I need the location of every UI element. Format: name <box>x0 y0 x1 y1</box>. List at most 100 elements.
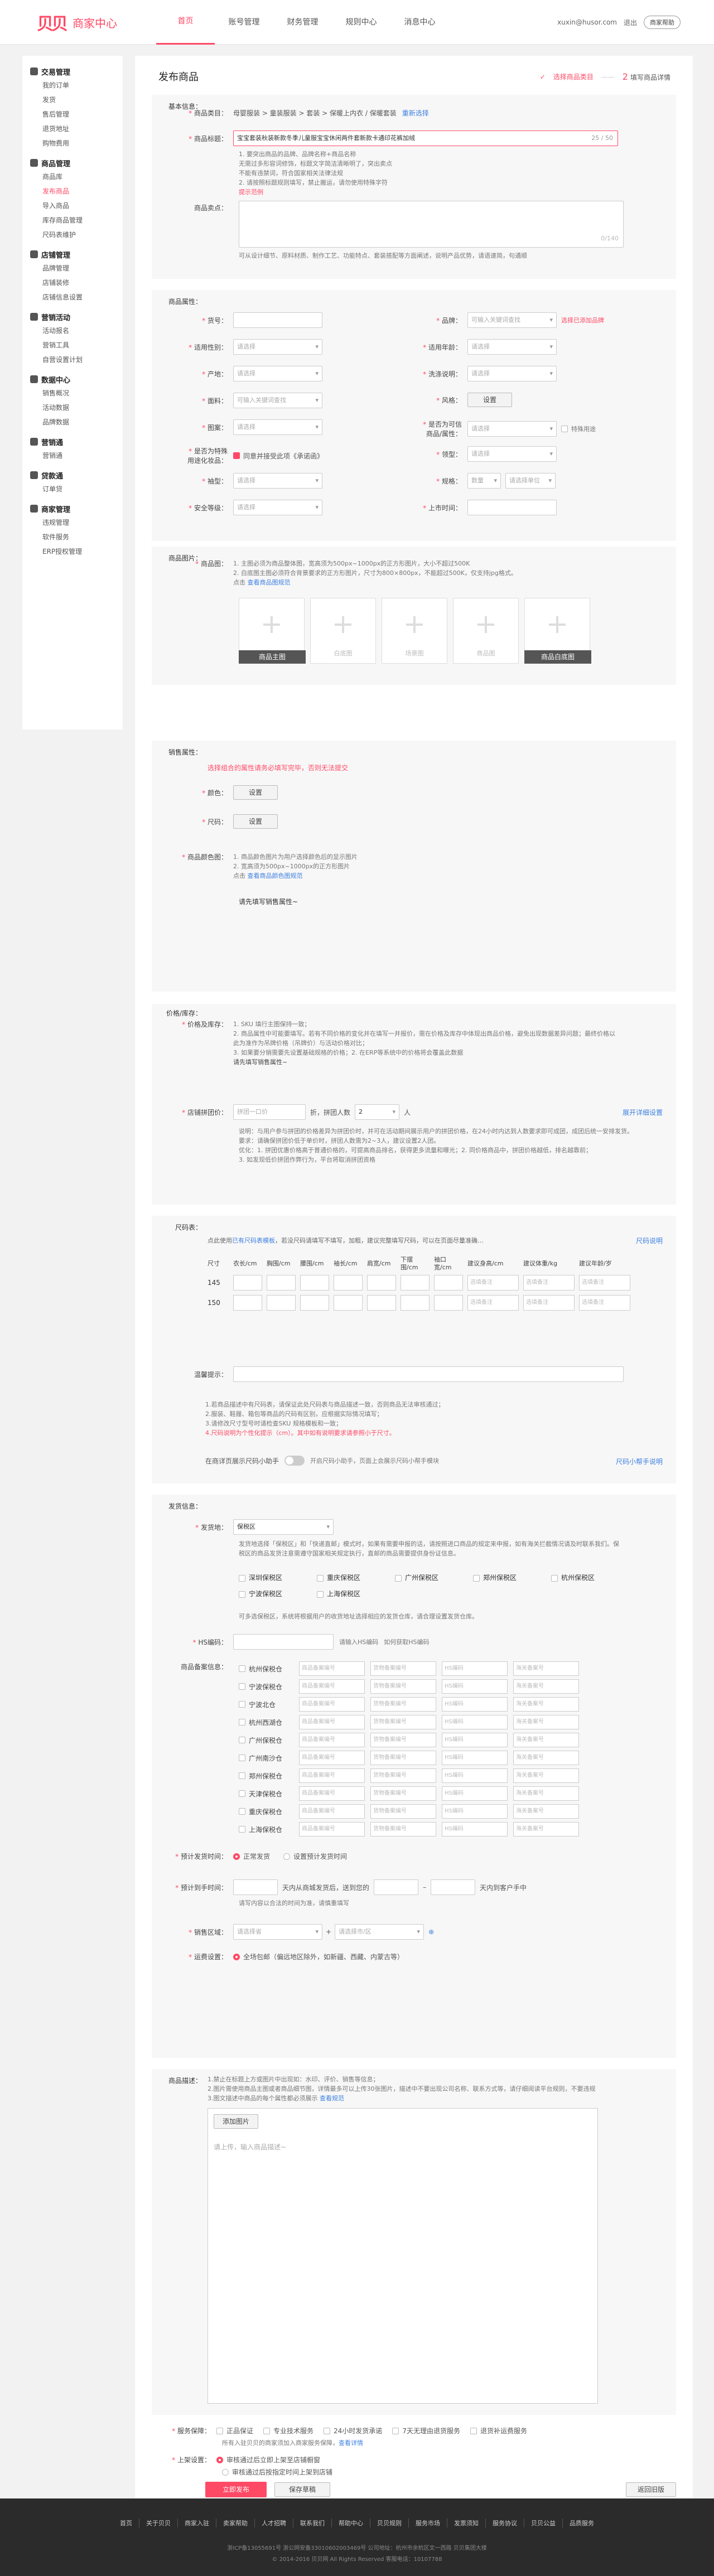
desc-editor[interactable]: 添加图片 请上传，输入商品描述~ <box>208 2108 598 2404</box>
warehouse-field[interactable]: 商品备案编号 <box>299 1751 365 1765</box>
footer-link[interactable]: 贝贝规则 <box>370 2519 408 2527</box>
sidebar-item-publish[interactable]: 发布商品 <box>22 184 123 199</box>
sidebar-item-violations[interactable]: 违规管理 <box>22 515 123 530</box>
warehouse-field[interactable]: 商品备案编号 <box>299 1768 365 1783</box>
attribute-input[interactable]: 请选择 <box>233 500 322 515</box>
size-cell[interactable] <box>367 1295 396 1311</box>
save-draft-button[interactable]: 保存草稿 <box>274 2482 330 2497</box>
zone-option[interactable]: 郑州保税区 <box>473 1573 551 1582</box>
warehouse-field[interactable]: 海关备案号 <box>513 1661 579 1676</box>
size-cell[interactable] <box>267 1275 296 1291</box>
zone-option[interactable]: 广州保税区 <box>395 1573 473 1582</box>
upload-image-3[interactable]: + 场景图 <box>382 598 447 664</box>
sidebar-item-return-address[interactable]: 退货地址 <box>22 122 123 136</box>
attribute-input[interactable]: 可输入关键词查找 <box>233 393 322 408</box>
warehouse-field[interactable]: HS编码 <box>442 1661 508 1676</box>
sidebar-item-loan[interactable]: 订单贷 <box>22 482 123 496</box>
size-cell[interactable] <box>434 1295 463 1311</box>
warehouse-field[interactable]: HS编码 <box>442 1768 508 1783</box>
warehouse-field[interactable]: 海关备案号 <box>513 1768 579 1783</box>
warehouse-field[interactable]: HS编码 <box>442 1733 508 1747</box>
shelf-time-radio[interactable] <box>222 2468 229 2476</box>
zone-option[interactable]: 宁波保税区 <box>239 1589 317 1598</box>
warehouse-field[interactable]: 货物备案编号 <box>370 1768 436 1783</box>
shelf-now-radio[interactable] <box>216 2456 223 2463</box>
warehouse-field[interactable]: 货物备案编号 <box>370 1751 436 1765</box>
warehouse-field[interactable]: 海关备案号 <box>513 1822 579 1836</box>
color-image-spec-link[interactable]: 查看商品颜色图规范 <box>248 872 303 879</box>
warehouse-checkbox[interactable] <box>239 1665 245 1672</box>
size-cell[interactable] <box>233 1275 262 1291</box>
service-checkbox[interactable] <box>216 2427 223 2434</box>
warehouse-field[interactable]: HS编码 <box>442 1679 508 1694</box>
sidebar-item-software[interactable]: 软件服务 <box>22 530 123 544</box>
warehouse-field[interactable]: HS编码 <box>442 1804 508 1819</box>
special-checkbox[interactable] <box>561 426 568 432</box>
warehouse-checkbox[interactable] <box>239 1772 245 1779</box>
help-button[interactable]: 商家帮助 <box>644 16 681 29</box>
reselect-link[interactable]: 重新选择 <box>402 108 429 118</box>
size-cell[interactable] <box>401 1275 430 1291</box>
size-cell[interactable] <box>233 1295 262 1311</box>
arrive-days-input[interactable] <box>233 1879 278 1895</box>
upload-image-4[interactable]: + 商品图 <box>453 598 519 664</box>
sidebar-item-erp[interactable]: ERP授权管理 <box>22 544 123 559</box>
group-count-select[interactable]: 2 <box>355 1104 400 1120</box>
footer-link[interactable]: 发票须知 <box>447 2519 485 2527</box>
hs-input[interactable] <box>233 1634 334 1650</box>
service-checkbox[interactable] <box>392 2427 399 2434</box>
warehouse-field[interactable]: 货物备案编号 <box>370 1697 436 1712</box>
warehouse-field[interactable]: 海关备案号 <box>513 1804 579 1819</box>
size-cell[interactable] <box>300 1295 329 1311</box>
warehouse-field[interactable]: HS编码 <box>442 1715 508 1729</box>
warehouse-checkbox[interactable] <box>239 1719 245 1726</box>
zone-option[interactable]: 重庆保税区 <box>317 1573 395 1582</box>
attribute-input[interactable]: 请选择 <box>467 421 557 437</box>
user-email[interactable]: xuxin@husor.com <box>557 18 617 26</box>
sidebar-item-brand[interactable]: 品牌管理 <box>22 261 123 276</box>
submit-button[interactable]: 立即发布 <box>205 2482 267 2497</box>
sidebar-item-shop-info[interactable]: 店铺信息设置 <box>22 290 123 305</box>
footer-link[interactable]: 服务市场 <box>408 2519 447 2527</box>
warehouse-field[interactable]: 海关备案号 <box>513 1697 579 1712</box>
attribute-input[interactable] <box>233 312 322 328</box>
add-image-button[interactable]: 添加图片 <box>214 2114 258 2129</box>
warehouse-checkbox[interactable] <box>239 1808 245 1815</box>
warehouse-checkbox[interactable] <box>239 1826 245 1833</box>
warehouse-field[interactable]: 海关备案号 <box>513 1679 579 1694</box>
province-select[interactable]: 请选择省 <box>233 1924 322 1940</box>
size-cell[interactable]: 选填备注 <box>523 1295 575 1311</box>
footer-link[interactable]: 服务协议 <box>485 2519 524 2527</box>
title-input[interactable]: 宝宝套装秋装新款冬季儿童服宝宝休闲两件套新款卡通印花裤加绒 25 / 50 <box>233 131 618 146</box>
fee-radio[interactable] <box>233 1953 240 1960</box>
nav-home[interactable]: 首页 <box>156 0 215 45</box>
nav-messages[interactable]: 消息中心 <box>390 0 449 45</box>
warehouse-field[interactable]: 货物备案编号 <box>370 1804 436 1819</box>
logout-link[interactable]: 退出 <box>624 18 637 27</box>
zone-option[interactable]: 深圳保税区 <box>239 1573 317 1582</box>
upload-main-image[interactable]: + 商品主图 <box>239 598 306 664</box>
normal-ship-radio[interactable] <box>233 1853 240 1860</box>
warehouse-field[interactable]: HS编码 <box>442 1786 508 1801</box>
service-detail-link[interactable]: 查看详情 <box>339 2439 363 2447</box>
attribute-input[interactable]: 数量 <box>467 473 501 489</box>
sidebar-item-stock[interactable]: 库存商品管理 <box>22 213 123 228</box>
zone-checkbox[interactable] <box>317 1591 324 1598</box>
warehouse-field[interactable]: HS编码 <box>442 1697 508 1712</box>
size-cell[interactable]: 选填备注 <box>467 1275 519 1291</box>
sidebar-item-import[interactable]: 导入商品 <box>22 199 123 213</box>
upload-image-2[interactable]: + 白底图 <box>310 598 376 664</box>
warehouse-field[interactable]: 货物备案编号 <box>370 1715 436 1729</box>
sidebar-item-plan[interactable]: 自营设置计划 <box>22 352 123 367</box>
zone-option[interactable]: 杭州保税区 <box>551 1573 629 1582</box>
hs-help-link[interactable]: 如何获取HS编码 <box>384 1637 429 1647</box>
sidebar-item-sizes[interactable]: 尺码表维护 <box>22 228 123 242</box>
size-cell[interactable] <box>434 1275 463 1291</box>
size-help-link[interactable]: 尺码说明 <box>636 1236 663 1245</box>
size-template-link[interactable]: 已有尺码表模板 <box>232 1237 275 1244</box>
warehouse-checkbox[interactable] <box>239 1737 245 1743</box>
zone-checkbox[interactable] <box>551 1574 558 1582</box>
sidebar-item-activity-data[interactable]: 活动数据 <box>22 400 123 415</box>
sidebar-item-activity[interactable]: 活动报名 <box>22 323 123 338</box>
attribute-input[interactable]: 请选择 <box>233 366 322 381</box>
